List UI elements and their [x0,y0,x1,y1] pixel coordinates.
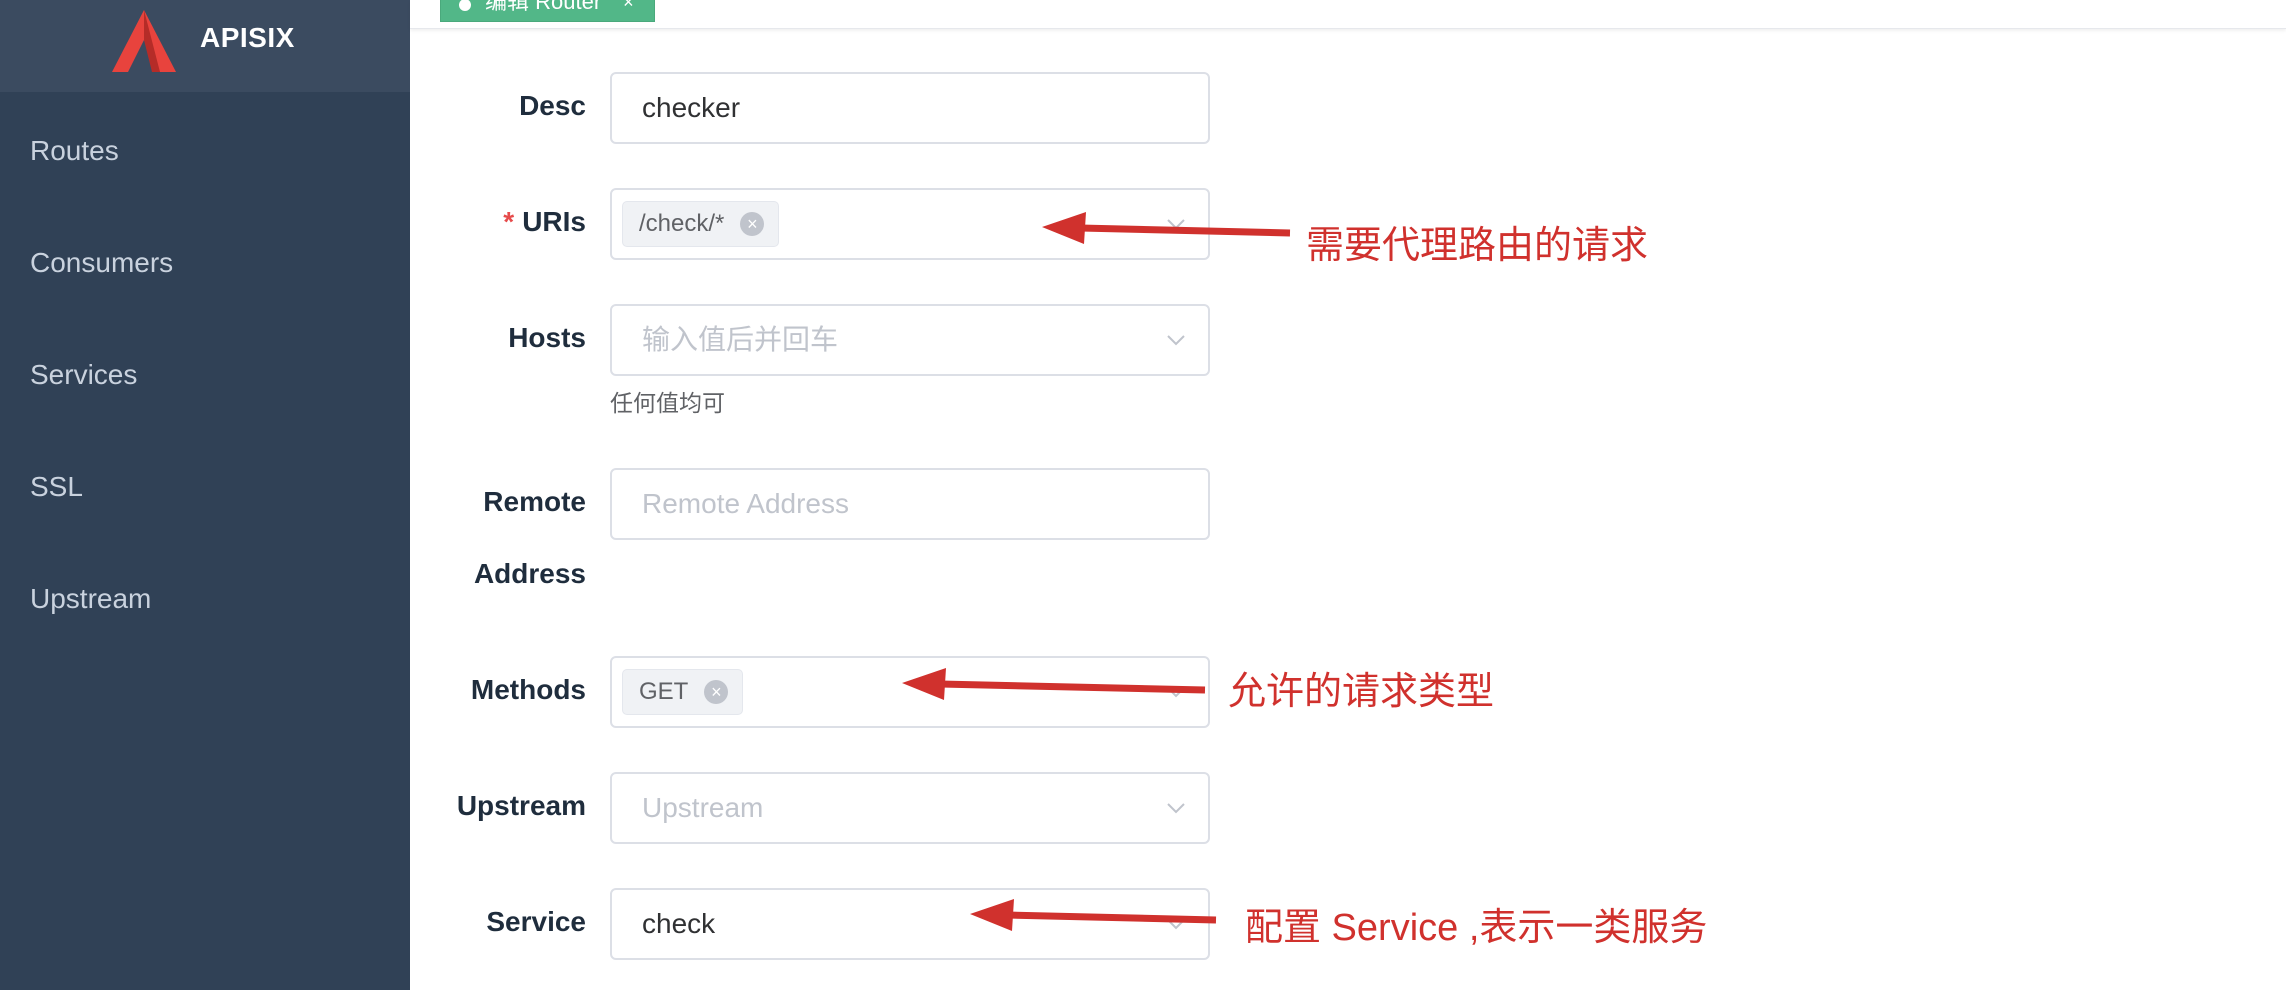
sidebar-item-services[interactable]: Services [30,350,390,400]
methods-annotation: 允许的请求类型 [1228,671,1495,713]
required-mark: * [503,206,515,237]
uris-label: * URIs [503,206,586,238]
apisix-logo-icon [112,10,176,72]
hosts-select[interactable]: 输入值后并回车 [610,304,1210,376]
hosts-label: Hosts [508,322,586,353]
chevron-down-icon [1167,919,1185,930]
sidebar-item-consumers[interactable]: Consumers [30,238,390,288]
uri-tag-label: /check/* [639,210,725,237]
uris-select[interactable]: /check/* × [610,188,1210,260]
active-dot-icon [459,0,471,11]
remove-tag-icon[interactable]: × [704,680,729,704]
service-label: Service [486,906,586,937]
sidebar: APISIX Routes Consumers Services SSL Ups… [0,0,410,990]
brand-header[interactable]: APISIX [0,0,410,92]
tab-edit-router[interactable]: 编辑 Router × [440,0,655,22]
service-annotation: 配置 Service ,表示一类服务 [1245,907,1708,949]
sidebar-item-upstream[interactable]: Upstream [30,574,390,624]
remote-address-input[interactable]: Remote Address [610,468,1210,540]
tags-view-bar [410,0,2286,29]
desc-label: Desc [519,90,586,121]
service-value: check [642,908,716,939]
sidebar-item-ssl[interactable]: SSL [30,462,390,512]
hosts-placeholder: 输入值后并回车 [642,324,839,355]
method-tag-label: GET [639,678,689,705]
chevron-down-icon [1167,219,1185,230]
brand-name: APISIX [200,22,295,53]
close-icon[interactable]: × [623,0,634,17]
remote-address-placeholder: Remote Address [642,488,849,519]
upstream-label: Upstream [456,790,586,821]
upstream-select[interactable]: Upstream [610,772,1210,844]
uri-tag: /check/* × [622,201,780,247]
hosts-hint: 任何值均可 [610,390,725,416]
service-select[interactable]: check [610,888,1210,960]
desc-input[interactable]: checker [610,72,1210,144]
methods-label: Methods [470,674,586,705]
uris-annotation: 需要代理路由的请求 [1306,225,1649,267]
tab-label: 编辑 Router [485,0,602,14]
remove-tag-icon[interactable]: × [740,212,765,236]
chevron-down-icon [1167,687,1185,698]
upstream-placeholder: Upstream [642,792,764,823]
method-tag: GET × [622,669,744,715]
sidebar-item-routes[interactable]: Routes [30,126,390,176]
remote-address-label-line2: Address [473,558,586,589]
uris-label-text: URIs [522,206,586,237]
chevron-down-icon [1167,803,1185,814]
remote-address-label-line1: Remote [483,486,586,517]
desc-value: checker [642,92,741,123]
chevron-down-icon [1167,335,1185,346]
methods-select[interactable]: GET × [610,656,1210,728]
